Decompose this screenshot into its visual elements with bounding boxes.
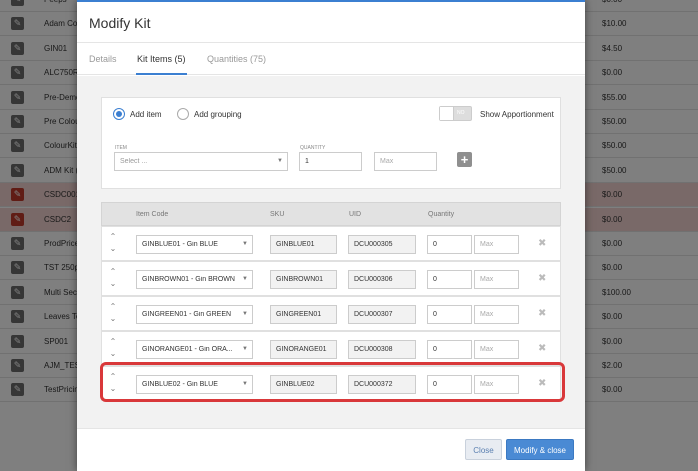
max-input[interactable]: Max	[474, 270, 519, 289]
col-uid: UID	[349, 211, 362, 218]
show-apportionment-label: Show Apportionment	[480, 110, 554, 119]
item-code-value: GINORANGE01 - Gin ORA...	[142, 346, 233, 353]
add-item-radio[interactable]	[113, 108, 125, 120]
table-row: ⌃ ⌄ GINGREEN01 - Gin GREEN ▼ GINGREEN01 D…	[101, 296, 561, 331]
highlight-outline	[100, 362, 565, 402]
item-select[interactable]: Select ... ▼	[114, 152, 288, 171]
quantity-input[interactable]: 0	[427, 270, 472, 289]
item-code-select[interactable]: GINBROWN01 - Gin BROWN ▼	[136, 270, 253, 289]
active-tab-indicator	[136, 73, 187, 75]
quantity-input[interactable]: 1	[299, 152, 362, 171]
table-row: ⌃ ⌄ GINORANGE01 - Gin ORA... ▼ GINORANGE0…	[101, 331, 561, 366]
caret-down-icon: ▼	[242, 311, 248, 317]
caret-down-icon: ▼	[277, 158, 283, 164]
modal-title: Modify Kit	[89, 15, 151, 31]
toggle-state: NO	[457, 110, 465, 116]
close-icon[interactable]: ✖	[538, 238, 546, 249]
sku-field: GINGREEN01	[270, 305, 337, 324]
tab-details[interactable]: Details	[89, 54, 117, 64]
max-input[interactable]: Max	[474, 235, 519, 254]
modal-tabs: Details Kit Items (5) Quantities (75)	[77, 43, 585, 75]
chevron-up-down-icon[interactable]: ⌃ ⌄	[109, 336, 117, 360]
item-field-label: ITEM	[115, 145, 127, 151]
close-button[interactable]: Close	[465, 439, 502, 460]
table-row: ⌃ ⌄ GINBLUE01 - Gin BLUE ▼ GINBLUE01 DCU0…	[101, 226, 561, 261]
uid-field: DCU000307	[348, 305, 416, 324]
chevron-up-down-icon[interactable]: ⌃ ⌄	[109, 231, 117, 255]
modal-footer: Close Modify & close	[77, 428, 585, 471]
close-icon[interactable]: ✖	[538, 343, 546, 354]
table-header: Item Code SKU UID Quantity	[101, 202, 561, 226]
caret-down-icon: ▼	[242, 241, 248, 247]
chevron-up-down-icon[interactable]: ⌃ ⌄	[109, 301, 117, 325]
uid-field: DCU000305	[348, 235, 416, 254]
item-code-value: GINGREEN01 - Gin GREEN	[142, 311, 232, 318]
close-icon[interactable]: ✖	[538, 273, 546, 284]
close-icon[interactable]: ✖	[538, 308, 546, 319]
chevron-up-down-icon[interactable]: ⌃ ⌄	[109, 266, 117, 290]
sku-field: GINBROWN01	[270, 270, 337, 289]
quantity-input[interactable]: 0	[427, 235, 472, 254]
max-input[interactable]: Max	[474, 305, 519, 324]
caret-down-icon: ▼	[242, 346, 248, 352]
col-quantity: Quantity	[428, 211, 455, 218]
sku-field: GINORANGE01	[270, 340, 337, 359]
toggle-knob	[440, 107, 454, 120]
sku-field: GINBLUE01	[270, 235, 337, 254]
max-input[interactable]: Max	[474, 340, 519, 359]
quantity-input[interactable]: 0	[427, 340, 472, 359]
max-input[interactable]: Max	[374, 152, 437, 171]
quantity-field-label: QUANTITY	[300, 145, 326, 151]
item-code-select[interactable]: GINGREEN01 - Gin GREEN ▼	[136, 305, 253, 324]
item-code-select[interactable]: GINBLUE01 - Gin BLUE ▼	[136, 235, 253, 254]
col-sku: SKU	[270, 211, 285, 218]
col-item-code: Item Code	[136, 211, 169, 218]
modify-and-close-button[interactable]: Modify & close	[506, 439, 574, 460]
table-row: ⌃ ⌄ GINBROWN01 - Gin BROWN ▼ GINBROWN01 D…	[101, 261, 561, 296]
add-grouping-radio-label: Add grouping	[194, 110, 242, 119]
plus-icon[interactable]: +	[457, 152, 472, 167]
item-select-placeholder: Select ...	[120, 158, 148, 165]
add-grouping-radio[interactable]	[177, 108, 189, 120]
uid-field: DCU000306	[348, 270, 416, 289]
item-code-value: GINBLUE01 - Gin BLUE	[142, 241, 218, 248]
tab-kit-items[interactable]: Kit Items (5)	[137, 54, 186, 64]
item-code-value: GINBROWN01 - Gin BROWN	[142, 276, 235, 283]
show-apportionment-toggle[interactable]: NO	[439, 106, 472, 121]
quantity-input[interactable]: 0	[427, 305, 472, 324]
tab-quantities[interactable]: Quantities (75)	[207, 54, 266, 64]
uid-field: DCU000308	[348, 340, 416, 359]
add-item-panel: Add item Add grouping NO Show Apportionm…	[101, 97, 561, 189]
item-code-select[interactable]: GINORANGE01 - Gin ORA... ▼	[136, 340, 253, 359]
add-item-radio-label: Add item	[130, 110, 162, 119]
caret-down-icon: ▼	[242, 276, 248, 282]
